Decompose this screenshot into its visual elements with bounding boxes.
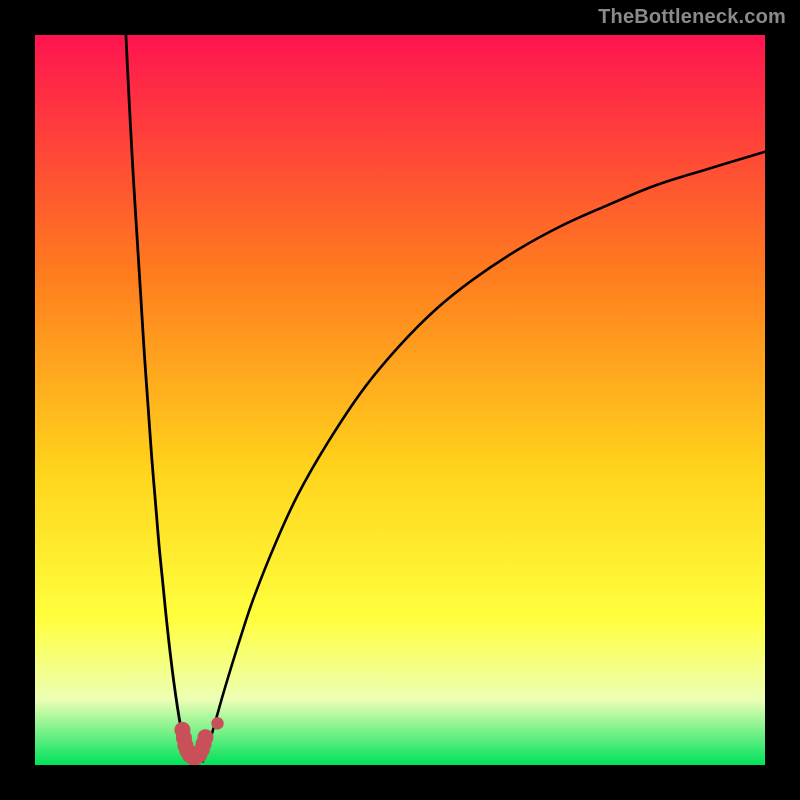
chart-svg — [35, 35, 765, 765]
gradient-background — [35, 35, 765, 765]
highlight-dot — [197, 729, 213, 745]
plot-area — [35, 35, 765, 765]
highlight-dot — [211, 717, 223, 729]
chart-frame: TheBottleneck.com — [0, 0, 800, 800]
attribution-text: TheBottleneck.com — [598, 6, 786, 29]
